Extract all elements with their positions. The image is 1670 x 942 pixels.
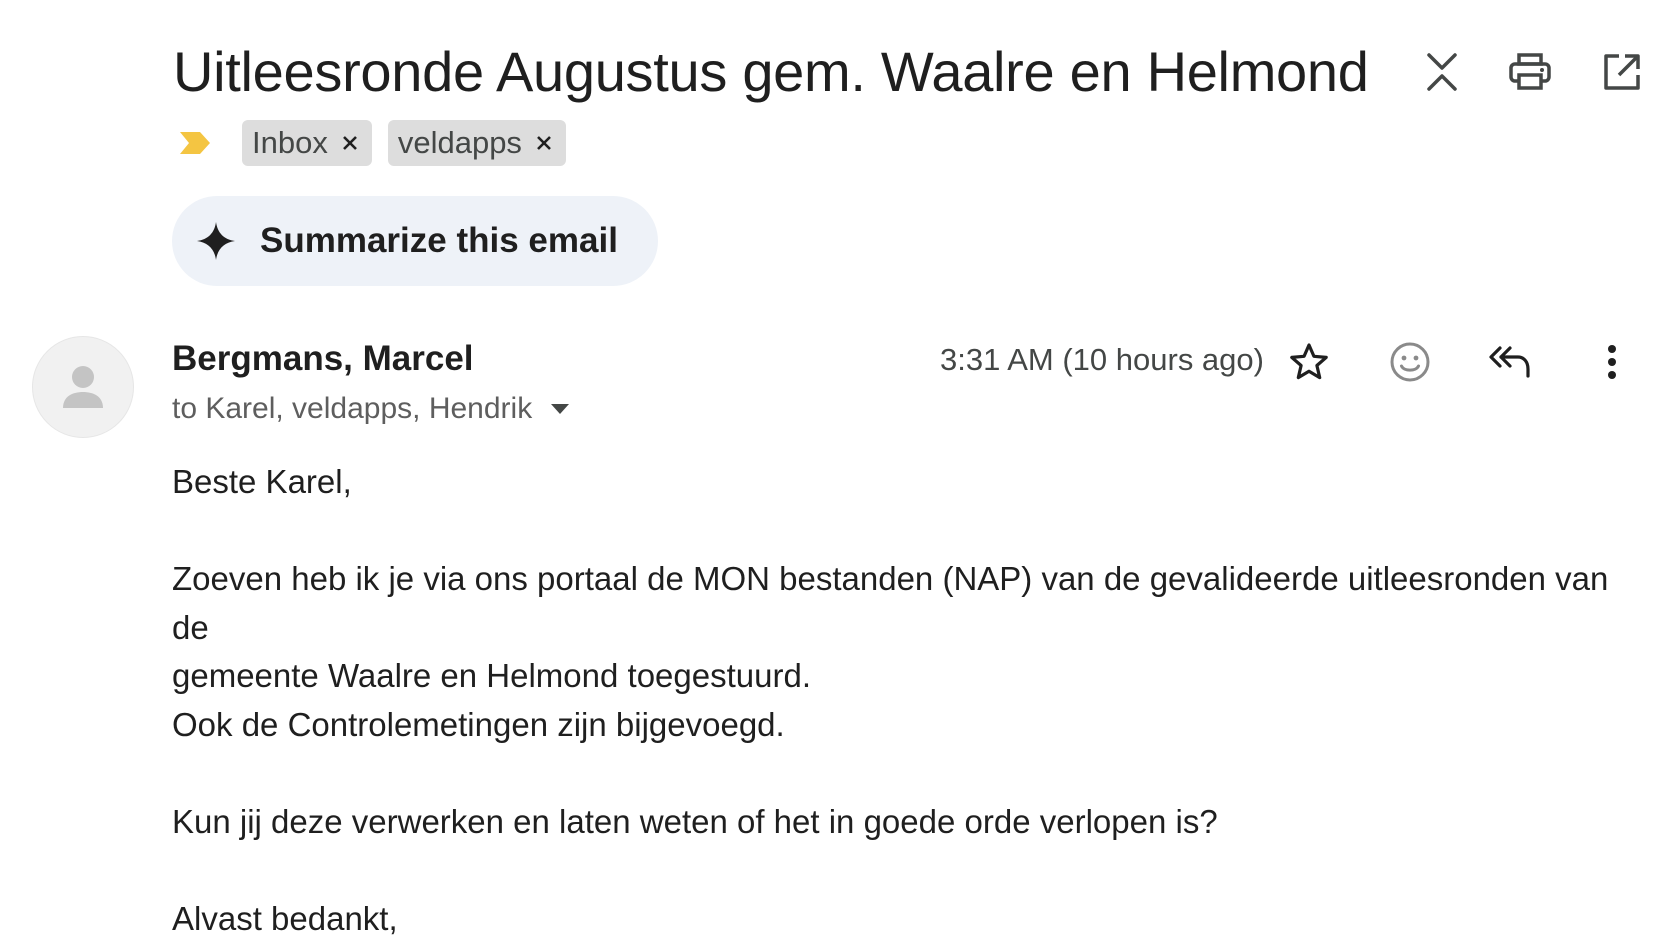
star-icon[interactable]: [1277, 330, 1341, 394]
email-subject: Uitleesronde Augustus gem. Waalre en Hel…: [173, 40, 1369, 103]
remove-label-icon[interactable]: [534, 133, 554, 153]
summarize-email-button[interactable]: Summarize this email: [172, 196, 658, 286]
collapse-all-icon[interactable]: [1410, 40, 1474, 104]
email-body: Beste Karel, Zoeven heb ik je via ons po…: [172, 458, 1642, 942]
summarize-label: Summarize this email: [260, 221, 618, 260]
person-icon: [63, 366, 103, 408]
greeting: Beste Karel,: [172, 463, 352, 500]
remove-label-icon[interactable]: [340, 133, 360, 153]
recipients-text: to Karel, veldapps, Hendrik: [172, 392, 533, 425]
avatar[interactable]: [32, 336, 134, 438]
open-in-new-window-icon[interactable]: [1590, 40, 1654, 104]
body-line: gemeente Waalre en Helmond toegestuurd.: [172, 657, 811, 694]
emoji-reaction-icon[interactable]: [1378, 330, 1442, 394]
label-row: Inbox veldapps: [178, 120, 582, 166]
sender-name[interactable]: Bergmans, Marcel: [172, 337, 474, 381]
label-name: Inbox: [252, 125, 328, 160]
print-icon[interactable]: [1498, 40, 1562, 104]
more-options-icon[interactable]: [1580, 330, 1644, 394]
label-chip-veldapps[interactable]: veldapps: [387, 120, 566, 166]
message-timestamp: 3:31 AM (10 hours ago): [940, 342, 1264, 377]
important-marker-icon[interactable]: [178, 123, 218, 163]
header-actions: [1410, 40, 1670, 104]
reply-all-icon[interactable]: [1478, 330, 1542, 394]
sparkle-icon: [196, 221, 236, 261]
label-name: veldapps: [397, 125, 522, 160]
closing: Alvast bedankt,: [172, 899, 398, 937]
label-chip-inbox[interactable]: Inbox: [242, 120, 372, 166]
body-line: Ook de Controlemetingen zijn bijgevoegd.: [172, 705, 785, 743]
body-line: Zoeven heb ik je via ons portaal de MON …: [172, 560, 1609, 646]
body-line: Kun jij deze verwerken en laten weten of…: [172, 802, 1218, 840]
show-details-chevron-down-icon[interactable]: [548, 397, 572, 421]
recipients-line: to Karel, veldapps, Hendrik: [172, 389, 572, 429]
